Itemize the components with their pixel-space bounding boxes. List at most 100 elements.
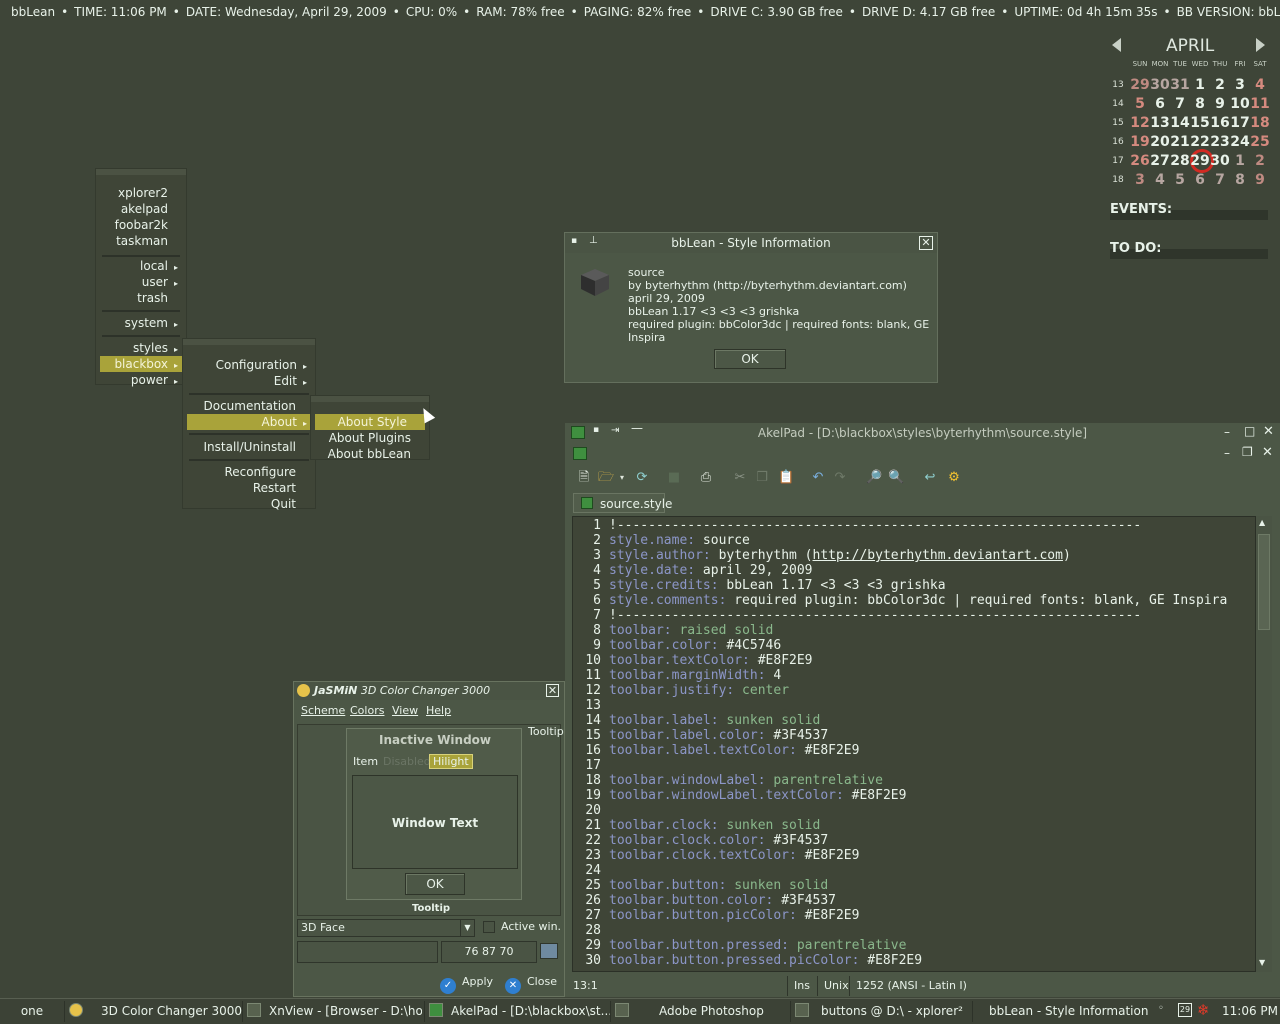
menu-item-local[interactable]: local (96, 258, 186, 274)
calendar-day[interactable]: 29 (1190, 153, 1210, 169)
menu-item-power[interactable]: power (96, 372, 186, 388)
scroll-down-icon[interactable]: ▼ (1259, 958, 1265, 967)
calendar-day[interactable]: 30 (1150, 77, 1170, 93)
redo-icon[interactable]: ↷ (832, 470, 848, 486)
menu-item-taskman[interactable]: taskman (96, 233, 186, 249)
open-dropdown-icon[interactable]: ▾ (614, 470, 630, 486)
calendar-day[interactable]: 9 (1250, 172, 1270, 188)
dot-icon[interactable]: ▪ (571, 236, 577, 246)
document-icon[interactable] (573, 447, 587, 460)
calendar-day[interactable]: 19 (1130, 134, 1150, 150)
open-file-icon[interactable]: 🗁 (598, 470, 614, 486)
menu-item-install-uninstall[interactable]: Install/Uninstall (183, 439, 315, 455)
item-preview[interactable]: Item (353, 755, 378, 768)
calendar-day[interactable]: 4 (1150, 172, 1170, 188)
calendar-day[interactable]: 6 (1150, 96, 1170, 112)
style-info-titlebar[interactable]: bbLean - Style Information (565, 233, 937, 253)
new-file-icon[interactable]: 🗎 (576, 470, 592, 486)
task-xplorer2[interactable]: buttons @ D:\ - xplorer² (790, 1001, 970, 1022)
close-child-icon[interactable]: ✕ (1262, 445, 1273, 460)
calendar-day[interactable]: 5 (1170, 172, 1190, 188)
tooltip-preview-bottom[interactable]: Tooltip (412, 903, 450, 914)
hilight-preview[interactable]: Hilight (429, 754, 473, 769)
calendar-day[interactable]: 23 (1210, 134, 1230, 150)
color-picker-icon[interactable] (540, 943, 558, 959)
tray-arrow-icon[interactable]: ◦ (1158, 1003, 1164, 1014)
calendar-day[interactable]: 17 (1230, 115, 1250, 131)
menu-item-xplorer2[interactable]: xplorer2 (96, 185, 186, 201)
calendar-day[interactable]: 29 (1130, 77, 1150, 93)
minimize-icon[interactable]: – (1224, 425, 1230, 439)
calendar-day[interactable]: 20 (1150, 134, 1170, 150)
task-style-information[interactable]: bbLean - Style Information (972, 1001, 1150, 1022)
task-photoshop[interactable]: Adobe Photoshop (610, 1001, 790, 1022)
task-akelpad[interactable]: AkelPad - [D:\blackbox\st... (424, 1001, 610, 1022)
close-button[interactable]: ✕ Close (505, 972, 557, 994)
close-icon[interactable]: ✕ (1263, 424, 1274, 439)
menu-scheme[interactable]: Scheme (301, 704, 345, 717)
calendar-day[interactable]: 7 (1210, 172, 1230, 188)
calendar-day[interactable]: 3 (1130, 172, 1150, 188)
pin-icon[interactable]: ⊥ (589, 235, 598, 246)
dot-icon[interactable]: ▪ (593, 425, 599, 435)
calendar-day[interactable]: 24 (1230, 134, 1250, 150)
pin-icon[interactable]: ⇥ (611, 425, 619, 436)
window-text-preview[interactable]: Window Text (352, 775, 518, 869)
paste-icon[interactable]: 📋 (778, 470, 794, 486)
cut-icon[interactable]: ✂ (732, 470, 748, 486)
menu-item-about-plugins[interactable]: About Plugins (311, 430, 429, 446)
calendar-day[interactable]: 12 (1130, 115, 1150, 131)
insert-mode[interactable]: Ins (787, 976, 810, 996)
shade-icon[interactable]: — (631, 421, 643, 435)
menu-item-trash[interactable]: trash (96, 290, 186, 306)
calendar-day[interactable]: 9 (1210, 96, 1230, 112)
menu-item-about-style[interactable]: About Style (315, 414, 425, 430)
calendar-day[interactable]: 1 (1190, 77, 1210, 93)
tab-source-style[interactable]: source.style (573, 493, 672, 513)
calendar-day[interactable]: 3 (1230, 77, 1250, 93)
calendar-day[interactable]: 5 (1130, 96, 1150, 112)
calendar-day[interactable]: 28 (1170, 153, 1190, 169)
close-icon[interactable]: ✕ (919, 236, 933, 250)
menu-view[interactable]: View (392, 704, 418, 717)
menu-item-edit[interactable]: Edit (183, 373, 315, 389)
restore-child-icon[interactable]: ❐ (1242, 445, 1253, 459)
menu-item-blackbox[interactable]: blackbox (100, 356, 182, 372)
menu-item-about-bblean[interactable]: About bbLean (311, 446, 429, 462)
copy-icon[interactable]: ❐ (754, 470, 770, 486)
menu-item-restart[interactable]: Restart (183, 480, 315, 496)
save-icon[interactable]: ■ (666, 470, 682, 486)
calendar-day[interactable]: 27 (1150, 153, 1170, 169)
menu-item-configuration[interactable]: Configuration (183, 357, 315, 373)
task-color-changer[interactable]: 3D Color Changer 3000 (64, 1001, 242, 1022)
menu-colors[interactable]: Colors (350, 704, 384, 717)
calendar-day[interactable]: 1 (1230, 153, 1250, 169)
print-icon[interactable]: ⎙ (698, 470, 714, 486)
reload-icon[interactable]: ⟳ (634, 470, 650, 486)
menu-item-quit[interactable]: Quit (183, 496, 315, 512)
disabled-preview[interactable]: Disabled (383, 755, 431, 768)
calendar-day[interactable]: 14 (1170, 115, 1190, 131)
code-url[interactable]: http://byterhythm.deviantart.com (813, 548, 1063, 563)
calendar-day[interactable]: 15 (1190, 115, 1210, 131)
newline-format[interactable]: Unix (817, 976, 849, 996)
active-window-checkbox[interactable] (483, 921, 495, 933)
ok-preview-button[interactable]: OK (405, 873, 465, 895)
chevron-down-icon[interactable]: ▼ (460, 920, 474, 936)
minimize-child-icon[interactable]: – (1224, 446, 1230, 460)
task-xnview[interactable]: XnView - [Browser - D:\ho... (242, 1001, 422, 1022)
calendar-day[interactable]: 13 (1150, 115, 1170, 131)
menu-help[interactable]: Help (426, 704, 451, 717)
acrobat-tray-icon[interactable]: ❄ (1197, 1001, 1210, 1019)
menu-item-reconfigure[interactable]: Reconfigure (183, 464, 315, 480)
calendar-tray-icon[interactable]: 29 (1178, 1003, 1192, 1017)
menu-item-user[interactable]: user (96, 274, 186, 290)
scheme-preview[interactable]: Tooltip Inactive Window Item Disabled Hi… (297, 724, 564, 916)
calendar-day[interactable]: 7 (1170, 96, 1190, 112)
rgb-value-field[interactable]: 76 87 70 (441, 941, 537, 963)
calendar-day[interactable]: 10 (1230, 96, 1250, 112)
maximize-icon[interactable]: □ (1244, 424, 1255, 438)
close-icon[interactable]: ✕ (546, 684, 559, 697)
code-editor[interactable]: 1 !--------------------------------------… (572, 516, 1262, 972)
calendar-day[interactable]: 16 (1210, 115, 1230, 131)
